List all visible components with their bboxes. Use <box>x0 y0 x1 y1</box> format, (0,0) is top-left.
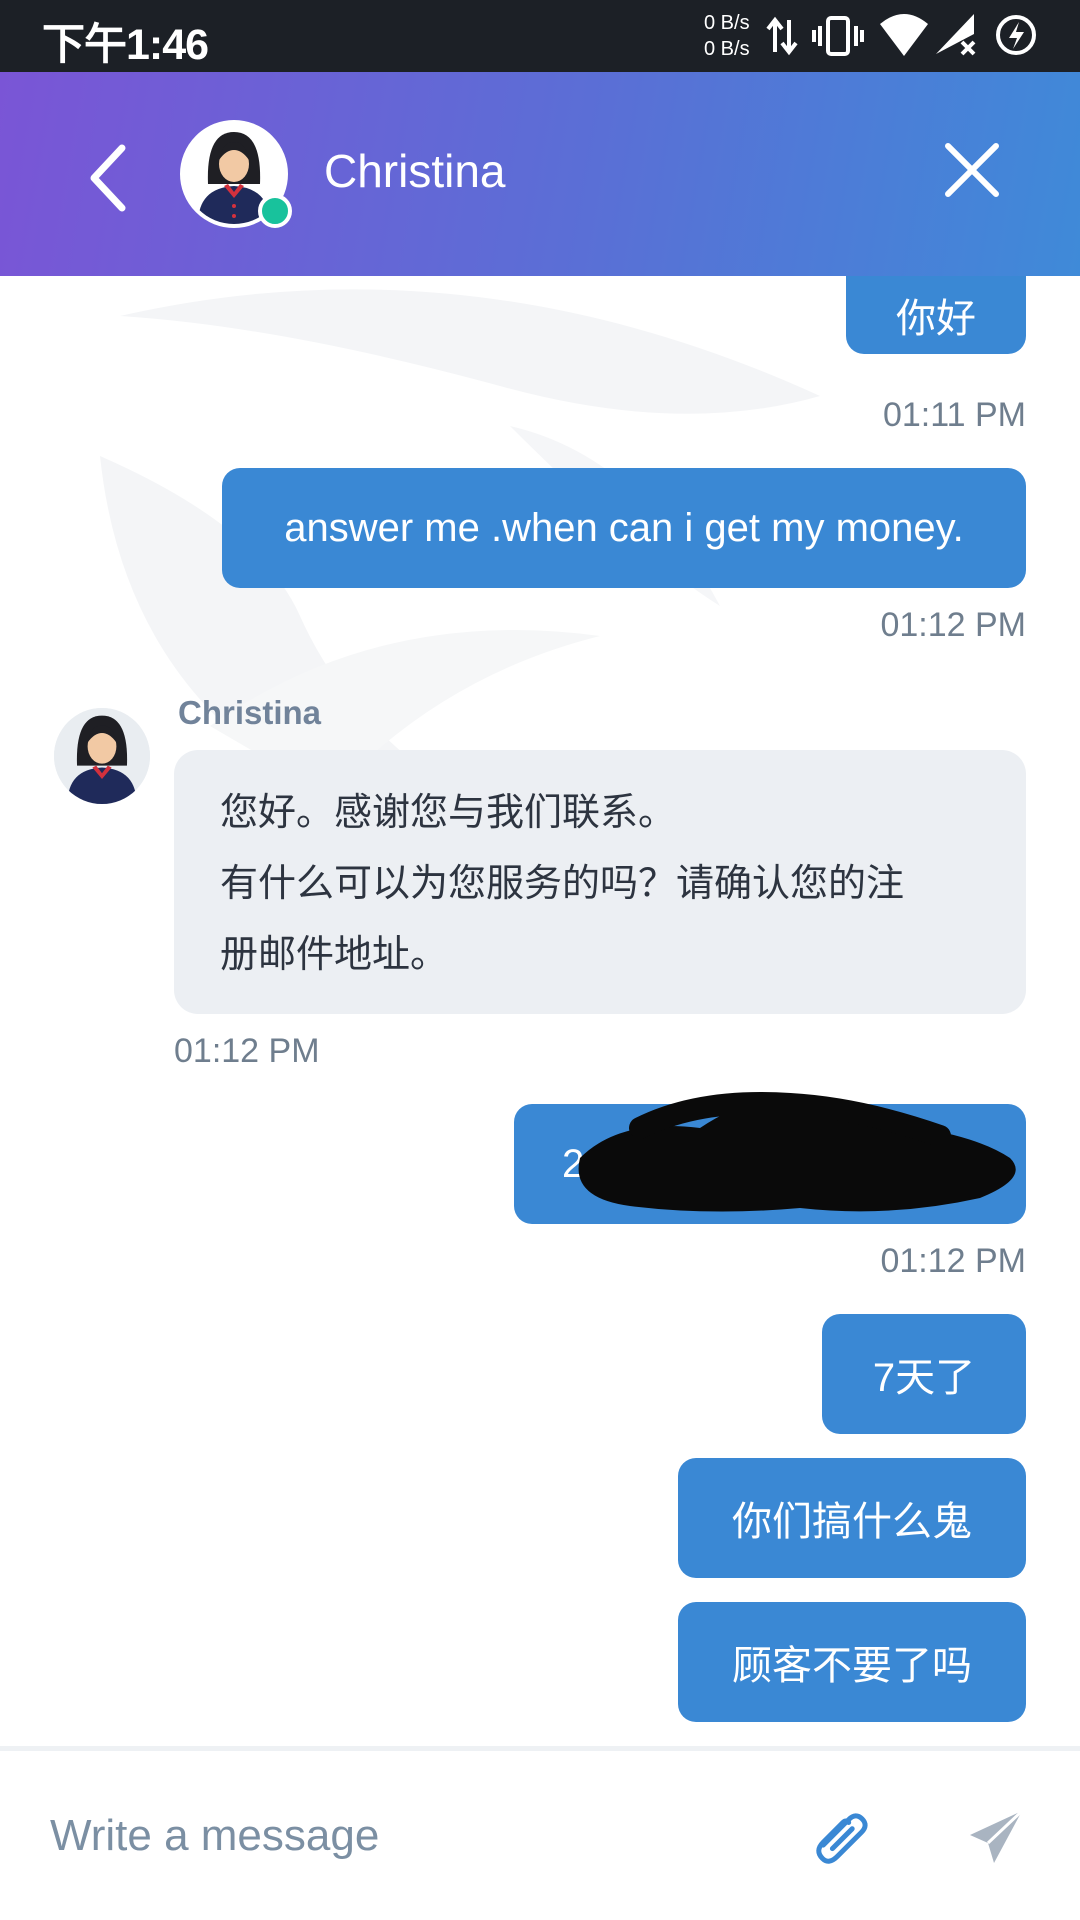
network-speed-up: 0 B/s <box>704 12 750 34</box>
message-text: 你好 <box>896 297 976 341</box>
cellular-no-signal-icon <box>936 14 976 56</box>
message-timestamp: 01:11 PM <box>882 396 1026 434</box>
outgoing-message-bubble[interactable]: answer me .when can i get my money. <box>222 468 1026 588</box>
message-timestamp: 01:12 PM <box>880 1242 1026 1280</box>
data-transfer-icon <box>766 16 798 56</box>
message-timestamp: 01:12 PM <box>880 606 1026 644</box>
contact-name: Christina <box>324 145 506 197</box>
chat-header: Christina <box>0 72 1080 276</box>
message-line: 有什么可以为您服务的吗？请确认您的注 <box>220 863 905 905</box>
agent-avatar-icon <box>54 708 150 804</box>
message-list[interactable]: 你好 01:11 PM answer me .when can i get my… <box>0 276 1080 1746</box>
outgoing-message-bubble[interactable]: 7天了 <box>822 1314 1026 1434</box>
message-input[interactable] <box>48 1803 772 1869</box>
close-icon <box>945 143 999 197</box>
vibrate-icon <box>812 16 864 56</box>
message-line: 您好。感谢您与我们联系。 <box>220 792 677 834</box>
battery-saver-icon <box>996 15 1036 55</box>
outgoing-message-bubble[interactable]: 顾客不要了吗 <box>678 1602 1026 1722</box>
send-button[interactable] <box>966 1807 1026 1867</box>
message-text: 你们搞什么鬼 <box>732 1500 972 1544</box>
message-text: 顾客不要了吗 <box>732 1644 972 1688</box>
outgoing-message-bubble[interactable]: 你们搞什么鬼 <box>678 1458 1026 1578</box>
attach-button[interactable] <box>808 1803 878 1873</box>
message-timestamp: 01:12 PM <box>174 1032 320 1070</box>
back-button[interactable] <box>80 138 140 218</box>
message-text: 7天了 <box>872 1356 976 1400</box>
paperclip-icon <box>816 1813 868 1864</box>
send-icon <box>970 1809 1024 1863</box>
status-time: 下午1:46 <box>42 21 209 69</box>
outgoing-message-bubble[interactable]: 你好 <box>846 276 1026 354</box>
message-line: 册邮件地址。 <box>220 934 449 976</box>
composer-bar <box>0 1746 1080 1920</box>
wifi-icon <box>880 14 928 56</box>
status-bar: 下午1:46 0 B/s 0 B/s <box>0 0 1080 72</box>
chevron-left-icon <box>90 144 126 212</box>
network-speed: 0 B/s 0 B/s <box>704 10 750 62</box>
close-button[interactable] <box>940 138 1004 202</box>
online-status-dot <box>258 194 292 228</box>
incoming-message-bubble[interactable]: 您好。感谢您与我们联系。 有什么可以为您服务的吗？请确认您的注 册邮件地址。 <box>174 750 1026 1014</box>
redaction-scribble <box>578 1092 1016 1212</box>
message-text: answer me .when can i get my money. <box>284 505 964 550</box>
sender-name: Christina <box>178 694 322 731</box>
agent-avatar[interactable] <box>54 708 150 804</box>
network-speed-down: 0 B/s <box>704 38 750 60</box>
